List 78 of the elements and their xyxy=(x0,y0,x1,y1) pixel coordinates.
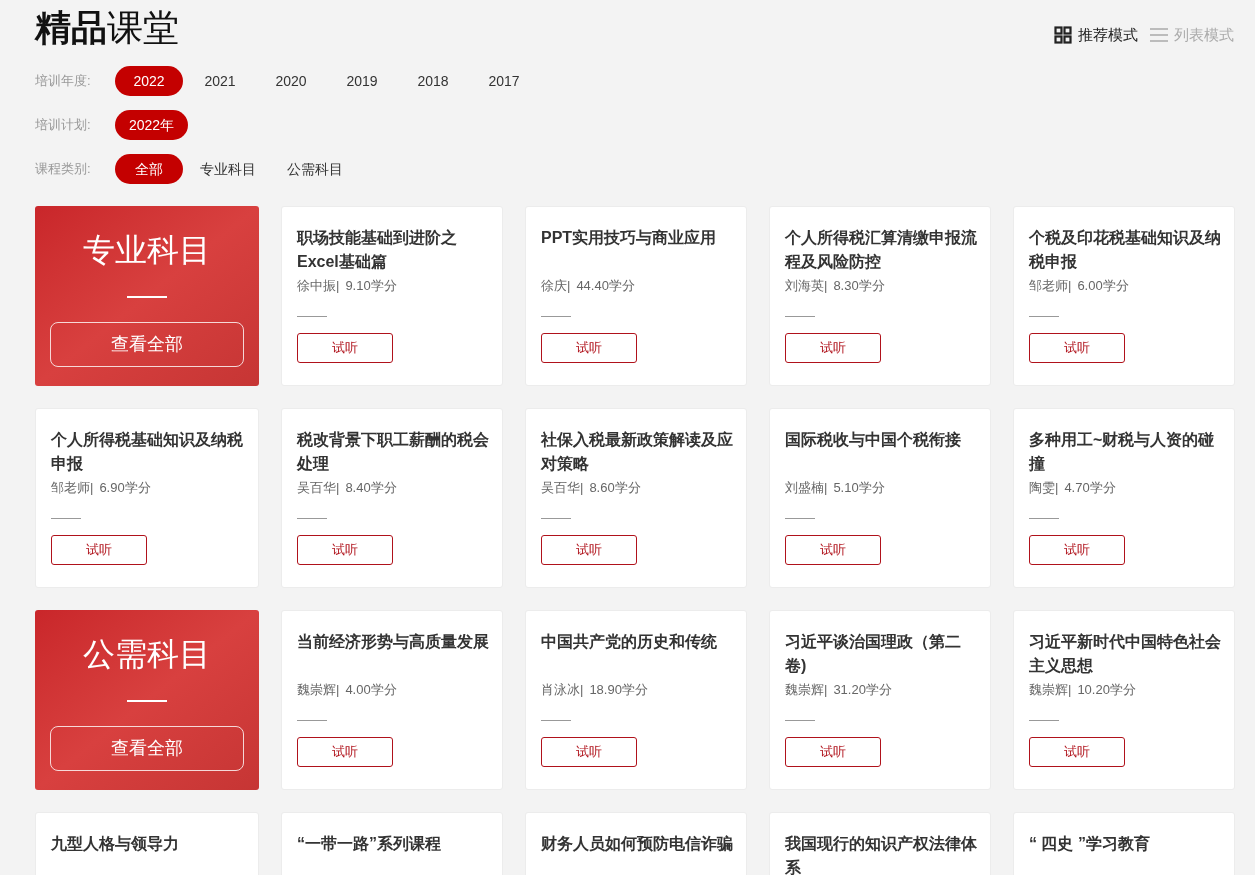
course-title[interactable]: 个人所得税汇算清缴申报流程及风险防控 xyxy=(785,226,978,274)
preview-button[interactable]: 试听 xyxy=(541,737,637,767)
course-title[interactable]: 中国共产党的历史和传统 xyxy=(541,630,734,678)
course-credits: 10.20学分 xyxy=(1077,681,1136,699)
course-title[interactable]: 习近平谈治国理政（第二卷) xyxy=(785,630,978,678)
teacher-name: 吴百华| xyxy=(297,479,340,497)
course-credits: 18.90学分 xyxy=(589,681,648,699)
course-title[interactable]: 个税及印花税基础知识及纳税申报 xyxy=(1029,226,1222,274)
list-icon xyxy=(1150,27,1168,44)
teacher-name: 魏崇辉| xyxy=(1029,681,1072,699)
course-title[interactable]: 财务人员如何预防电信诈骗 xyxy=(541,832,734,875)
course-title[interactable]: 个人所得税基础知识及纳税申报 xyxy=(51,428,246,476)
course-credits: 31.20学分 xyxy=(833,681,892,699)
preview-button[interactable]: 试听 xyxy=(1029,737,1125,767)
category-title: 专业科目 xyxy=(83,231,211,270)
teacher-name: 肖泳冰| xyxy=(541,681,584,699)
filter-option[interactable]: 公需科目 xyxy=(273,154,357,184)
course-title[interactable]: “一带一路”系列课程 xyxy=(297,832,490,875)
course-title[interactable]: 九型人格与领导力 xyxy=(51,832,246,875)
course-credits: 8.60学分 xyxy=(589,479,641,497)
course-credits: 4.70学分 xyxy=(1064,479,1116,497)
view-all-button[interactable]: 查看全部 xyxy=(50,726,244,771)
preview-button[interactable]: 试听 xyxy=(785,333,881,363)
preview-button[interactable]: 试听 xyxy=(541,333,637,363)
filter-option[interactable]: 2021 xyxy=(186,66,254,96)
filter-label: 培训年度: xyxy=(35,72,92,91)
course-title[interactable]: 习近平新时代中国特色社会主义思想 xyxy=(1029,630,1222,678)
teacher-name: 邹老师| xyxy=(1029,277,1072,295)
preview-button[interactable]: 试听 xyxy=(1029,535,1125,565)
teacher-name: 刘海英| xyxy=(785,277,828,295)
preview-button[interactable]: 试听 xyxy=(51,535,147,565)
course-credits: 5.10学分 xyxy=(833,479,885,497)
teacher-name: 魏崇辉| xyxy=(785,681,828,699)
filter-option[interactable]: 全部 xyxy=(115,154,183,184)
view-mode-tab[interactable]: 推荐模式 xyxy=(1054,24,1138,47)
filter-option[interactable]: 2022 xyxy=(115,66,183,96)
course-credits: 8.40学分 xyxy=(345,479,397,497)
preview-button[interactable]: 试听 xyxy=(785,535,881,565)
teacher-name: 邹老师| xyxy=(51,479,94,497)
filter-option[interactable]: 2018 xyxy=(399,66,467,96)
preview-button[interactable]: 试听 xyxy=(297,333,393,363)
preview-button[interactable]: 试听 xyxy=(297,535,393,565)
course-title[interactable]: 我国现行的知识产权法律体系 xyxy=(785,832,978,875)
course-title[interactable]: 国际税收与中国个税衔接 xyxy=(785,428,978,476)
course-credits: 8.30学分 xyxy=(833,277,885,295)
grid-icon xyxy=(1054,26,1072,45)
preview-button[interactable]: 试听 xyxy=(785,737,881,767)
teacher-name: 魏崇辉| xyxy=(297,681,340,699)
teacher-name: 徐中振| xyxy=(297,277,340,295)
course-credits: 44.40学分 xyxy=(576,277,635,295)
course-credits: 6.90学分 xyxy=(99,479,151,497)
preview-button[interactable]: 试听 xyxy=(297,737,393,767)
filter-option[interactable]: 2019 xyxy=(328,66,396,96)
category-title: 公需科目 xyxy=(83,635,211,674)
teacher-name: 吴百华| xyxy=(541,479,584,497)
teacher-name: 陶雯| xyxy=(1029,479,1059,497)
filter-option[interactable]: 2020 xyxy=(257,66,325,96)
filter-label: 培训计划: xyxy=(35,116,92,135)
filter-label: 课程类别: xyxy=(35,160,92,179)
course-title[interactable]: 社保入税最新政策解读及应对策略 xyxy=(541,428,734,476)
course-title[interactable]: 多种用工~财税与人资的碰撞 xyxy=(1029,428,1222,476)
course-title[interactable]: 当前经济形势与高质量发展 xyxy=(297,630,490,678)
preview-button[interactable]: 试听 xyxy=(1029,333,1125,363)
course-title[interactable]: 税改背景下职工薪酬的税会处理 xyxy=(297,428,490,476)
filter-option[interactable]: 2017 xyxy=(470,66,538,96)
course-credits: 9.10学分 xyxy=(345,277,397,295)
filter-option[interactable]: 2022年 xyxy=(115,110,189,140)
course-title[interactable]: PPT实用技巧与商业应用 xyxy=(541,226,734,274)
teacher-name: 徐庆| xyxy=(541,277,571,295)
page-title: 精品课堂 xyxy=(35,6,179,50)
course-title[interactable]: “ 四史 ”学习教育 xyxy=(1029,832,1222,875)
preview-button[interactable]: 试听 xyxy=(541,535,637,565)
course-credits: 6.00学分 xyxy=(1077,277,1129,295)
view-all-button[interactable]: 查看全部 xyxy=(50,322,244,367)
filter-option[interactable]: 专业科目 xyxy=(186,154,270,184)
course-title[interactable]: 职场技能基础到进阶之Excel基础篇 xyxy=(297,226,490,274)
course-credits: 4.00学分 xyxy=(345,681,397,699)
teacher-name: 刘盛楠| xyxy=(785,479,828,497)
